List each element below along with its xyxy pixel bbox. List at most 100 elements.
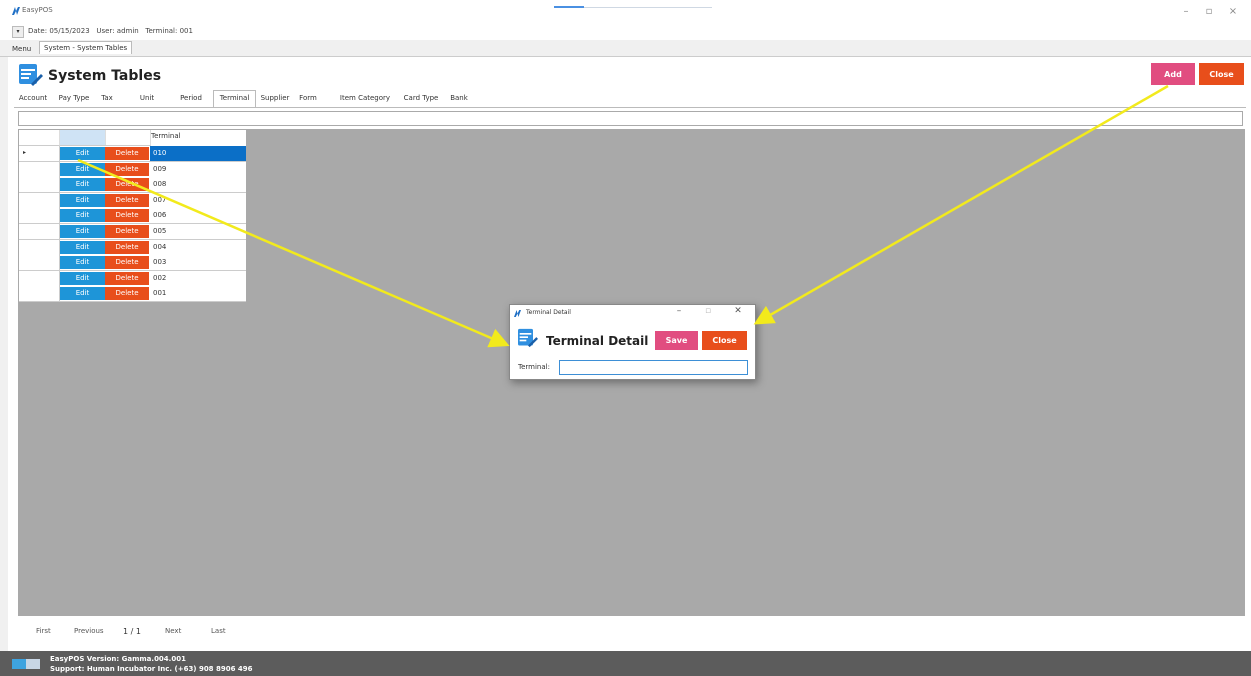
terminal-field[interactable] — [559, 360, 748, 375]
edit-button[interactable]: Edit — [60, 287, 105, 301]
terminal-cell: 006 — [153, 211, 167, 220]
table-row[interactable]: Edit Delete 003 — [19, 255, 246, 272]
tab-pay-type[interactable]: Pay Type — [54, 91, 94, 106]
tab-bank[interactable]: Bank — [446, 91, 472, 106]
tab-menu[interactable]: Menu — [8, 43, 35, 55]
pager-next[interactable]: Next — [165, 627, 181, 635]
tab-period[interactable]: Period — [174, 91, 208, 106]
row-header[interactable] — [19, 270, 60, 286]
row-header[interactable] — [19, 161, 60, 177]
info-date: Date: 05/15/2023 — [28, 27, 90, 35]
terminal-cell: 002 — [153, 273, 167, 282]
delete-button[interactable]: Delete — [105, 271, 149, 285]
close-button[interactable]: Close — [1199, 63, 1244, 85]
app-tab-strip — [0, 40, 1251, 57]
pager-first[interactable]: First — [36, 627, 51, 635]
add-button[interactable]: Add — [1151, 63, 1195, 85]
minimize-icon[interactable]: – — [1178, 6, 1194, 18]
dropdown-toggle-icon[interactable]: ▾ — [12, 26, 24, 38]
dialog-minimize-icon[interactable]: – — [672, 306, 686, 316]
tab-terminal[interactable]: Terminal — [213, 90, 256, 107]
system-tabs: Account Pay Type Tax Unit Period Termina… — [14, 90, 484, 108]
delete-column-header — [105, 130, 151, 146]
row-header[interactable]: ▸ — [19, 146, 60, 161]
table-row[interactable]: Edit Delete 002 — [19, 270, 246, 287]
terminal-cell: 010 — [150, 146, 246, 161]
close-window-icon[interactable]: × — [1225, 6, 1241, 18]
terminal-column-header: Terminal — [151, 132, 181, 140]
progress-track — [584, 7, 712, 8]
table-row[interactable]: Edit Delete 006 — [19, 208, 246, 225]
terminal-detail-icon — [518, 328, 538, 348]
table-row[interactable]: Edit Delete 008 — [19, 177, 246, 194]
edit-button[interactable]: Edit — [60, 178, 105, 192]
row-header[interactable] — [19, 177, 60, 193]
terminal-cell: 001 — [153, 289, 167, 298]
delete-button[interactable]: Delete — [105, 287, 149, 301]
edit-button[interactable]: Edit — [60, 147, 105, 160]
terminal-cell: 003 — [153, 258, 167, 267]
table-row[interactable]: ▸ Edit Delete 010 — [19, 146, 246, 162]
row-header[interactable] — [19, 239, 60, 255]
delete-button[interactable]: Delete — [105, 240, 149, 254]
tab-tax[interactable]: Tax — [96, 91, 118, 106]
pager-previous[interactable]: Previous — [74, 627, 104, 635]
tab-unit[interactable]: Unit — [134, 91, 160, 106]
tab-account[interactable]: Account — [14, 91, 52, 106]
edit-button[interactable]: Edit — [60, 225, 105, 238]
terminal-cell: 007 — [153, 195, 167, 204]
delete-button[interactable]: Delete — [105, 178, 149, 192]
edit-button[interactable]: Edit — [60, 209, 105, 223]
dialog-close-button[interactable]: Close — [702, 331, 747, 350]
app-title: EasyPOS — [22, 6, 53, 14]
system-tables-icon — [19, 64, 43, 86]
tab-system-tables[interactable]: System - System Tables — [39, 41, 133, 54]
filter-input[interactable] — [18, 111, 1243, 126]
terminal-cell: 009 — [153, 164, 167, 173]
edit-button[interactable]: Edit — [60, 193, 105, 207]
tab-item-category[interactable]: Item Category — [334, 91, 396, 106]
row-header[interactable] — [19, 192, 60, 208]
row-header[interactable] — [19, 255, 60, 271]
tab-form[interactable]: Form — [296, 91, 320, 106]
pager-bar — [8, 617, 1251, 647]
row-header[interactable] — [19, 224, 60, 239]
pager-last[interactable]: Last — [211, 627, 226, 635]
table-row[interactable]: Edit Delete 004 — [19, 239, 246, 256]
title-bar — [0, 0, 1251, 24]
edit-button[interactable]: Edit — [60, 240, 105, 254]
delete-button[interactable]: Delete — [105, 225, 149, 238]
footer-version: EasyPOS Version: Gamma.004.001 — [50, 655, 186, 663]
app-logo-icon — [12, 7, 20, 15]
tab-divider — [14, 107, 1246, 108]
table-row[interactable]: Edit Delete 001 — [19, 286, 246, 303]
delete-button[interactable]: Delete — [105, 193, 149, 207]
session-info: Date: 05/15/2023 User: admin Terminal: 0… — [28, 27, 193, 35]
maximize-icon[interactable]: ▫ — [1201, 6, 1217, 18]
row-header[interactable] — [19, 286, 60, 302]
delete-button[interactable]: Delete — [105, 162, 149, 176]
dialog-app-icon — [514, 310, 521, 317]
dialog-heading: Terminal Detail — [546, 334, 649, 348]
table-row[interactable]: Edit Delete 007 — [19, 192, 246, 209]
edit-button[interactable]: Edit — [60, 271, 105, 285]
edit-button[interactable]: Edit — [60, 162, 105, 176]
row-header[interactable] — [19, 208, 60, 224]
tab-card-type[interactable]: Card Type — [399, 91, 443, 106]
edit-column-header — [60, 130, 106, 146]
dialog-save-button[interactable]: Save — [655, 331, 698, 350]
table-row[interactable]: Edit Delete 005 — [19, 224, 246, 240]
terminal-cell: 004 — [153, 242, 167, 251]
dialog-close-icon[interactable]: ✕ — [731, 306, 745, 316]
edit-button[interactable]: Edit — [60, 256, 105, 270]
table-row[interactable]: Edit Delete 009 — [19, 161, 246, 178]
tab-supplier[interactable]: Supplier — [256, 91, 294, 106]
dialog-window-title: Terminal Detail — [526, 309, 571, 316]
row-header-corner — [19, 130, 60, 146]
delete-button[interactable]: Delete — [105, 256, 149, 270]
terminal-field-label: Terminal: — [518, 363, 550, 371]
footer-support: Support: Human Incubator Inc. (+63) 908 … — [50, 665, 253, 673]
delete-button[interactable]: Delete — [105, 147, 149, 160]
delete-button[interactable]: Delete — [105, 209, 149, 223]
info-terminal: Terminal: 001 — [145, 27, 193, 35]
